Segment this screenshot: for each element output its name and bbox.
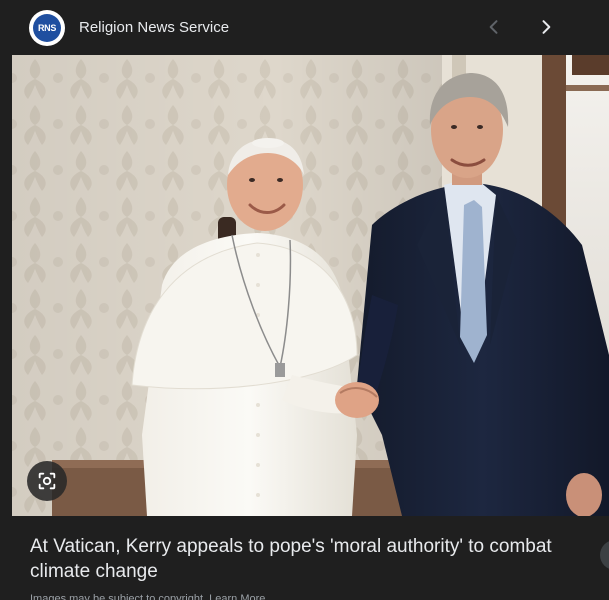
side-action-button[interactable] bbox=[600, 540, 609, 570]
copyright-notice: Images may be subject to copyright. Lear… bbox=[30, 593, 266, 600]
visual-search-icon bbox=[38, 472, 56, 490]
previous-button[interactable] bbox=[476, 9, 512, 45]
visual-search-button[interactable] bbox=[27, 461, 67, 501]
source-logo-mark: RNS bbox=[33, 13, 61, 42]
source-header: RNS Religion News Service bbox=[12, 0, 609, 55]
chevron-left-icon bbox=[489, 20, 498, 34]
article-image[interactable] bbox=[12, 55, 609, 516]
source-logo[interactable]: RNS bbox=[29, 9, 65, 46]
source-name[interactable]: Religion News Service bbox=[79, 19, 229, 36]
next-button[interactable] bbox=[528, 9, 564, 45]
photo-illustration bbox=[12, 55, 609, 516]
article-headline[interactable]: At Vatican, Kerry appeals to pope's 'mor… bbox=[30, 534, 595, 584]
chevron-right-icon bbox=[542, 20, 551, 34]
